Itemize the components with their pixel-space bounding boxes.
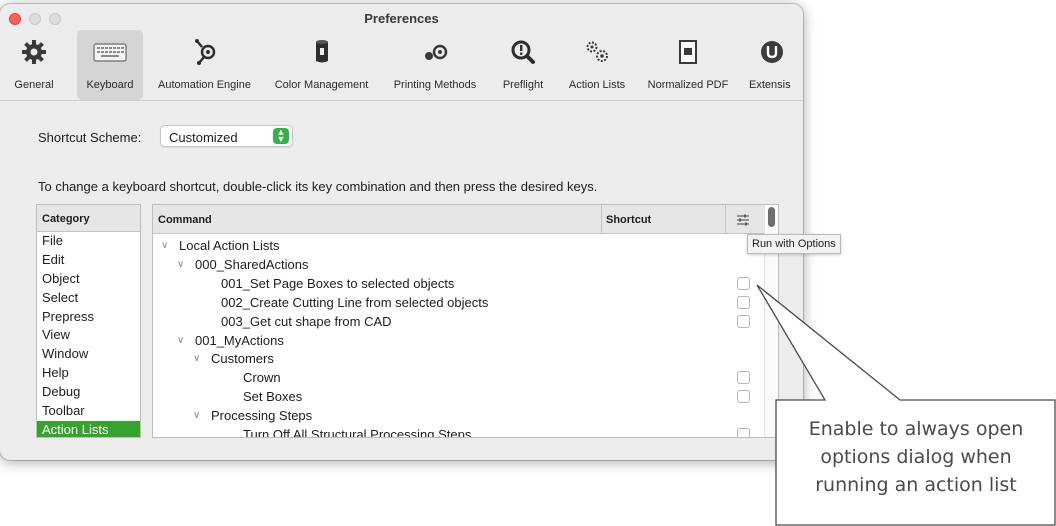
callout-line: options dialog when [820,446,1012,468]
callout-annotation: Enable to always open options dialog whe… [776,410,1056,526]
callout-line: Enable to always open [808,418,1024,440]
callout-line: running an action list [815,474,1017,496]
